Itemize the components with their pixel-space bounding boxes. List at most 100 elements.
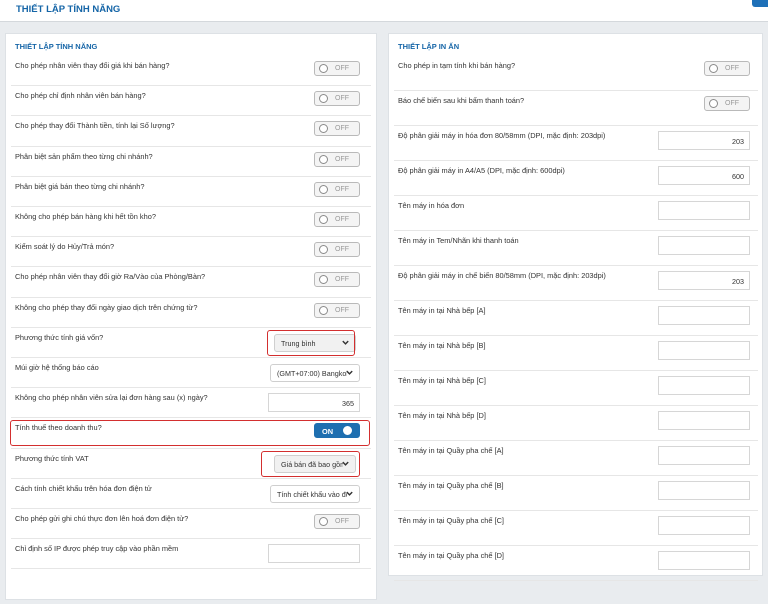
setting-label: Không cho phép thay đổi ngày giao dịch t…	[15, 302, 198, 312]
setting-row: Phương thức tính giá vốn? Trung bình	[11, 328, 371, 358]
setting-label: Cho phép gửi ghi chú thực đơn lên hoá đơ…	[15, 514, 189, 523]
text-input[interactable]	[658, 446, 750, 465]
toggle-state-label: OFF	[725, 65, 739, 72]
setting-row: Tên máy in tại Quầy pha chế [D]	[394, 546, 758, 581]
toggle-state-label: OFF	[725, 100, 739, 107]
setting-row: Tên máy in tại Nhà bếp [D]	[394, 406, 758, 441]
setting-row: Tên máy in hóa đơn	[394, 196, 758, 231]
toggle-knob-icon	[319, 275, 328, 285]
toggle-switch[interactable]: OFF	[314, 181, 360, 197]
input-value: 365	[342, 399, 354, 409]
setting-row: Không cho phép thay đổi ngày giao dịch t…	[11, 298, 371, 328]
setting-label: Phân biệt sản phẩm theo từng chi nhánh?	[15, 151, 153, 161]
toggle-knob-icon	[319, 517, 328, 526]
setting-label: Tên máy in tại Quầy pha chế [B]	[398, 481, 504, 490]
setting-label: Không cho phép bán hàng khi hết tồn kho?	[15, 212, 156, 221]
chevron-down-icon	[346, 491, 353, 496]
setting-label: Phân biệt giá bán theo từng chi nhánh?	[15, 181, 145, 191]
highlight-box	[261, 450, 360, 477]
text-input[interactable]: 365	[268, 393, 360, 413]
setting-label: Phương thức tính VAT	[15, 453, 89, 463]
input-value: 600	[732, 172, 744, 181]
toggle-switch[interactable]: OFF	[314, 121, 360, 137]
setting-row: Tên máy in tại Quầy pha chế [B]	[394, 476, 758, 511]
toggle-state-label: OFF	[335, 125, 349, 133]
setting-label: Độ phân giải máy in hóa đơn 80/58mm (DPI…	[398, 131, 606, 140]
setting-row: Cho phép in tạm tính khi bán hàng? OFF	[394, 56, 758, 91]
text-input[interactable]	[658, 201, 750, 220]
setting-label: Tên máy in Tem/Nhãn khi thanh toán	[398, 236, 519, 245]
setting-label: Chỉ định số IP được phép truy cập vào ph…	[15, 544, 179, 554]
toggle-switch[interactable]: OFF	[314, 302, 360, 318]
setting-row: Tên máy in tại Quầy pha chế [A]	[394, 441, 758, 476]
print-settings-panel: THIẾT LẬP IN ẤN Cho phép in tạm tính khi…	[388, 33, 763, 581]
setting-row: Chỉ định số IP được phép truy cập vào ph…	[11, 539, 371, 570]
text-input[interactable]: 600	[658, 166, 750, 185]
toggle-state-label: OFF	[335, 276, 349, 284]
toggle-switch[interactable]: OFF	[704, 96, 750, 111]
toggle-switch[interactable]: OFF	[314, 61, 360, 76]
text-input[interactable]	[658, 516, 750, 535]
feature-settings-panel: THIẾT LẬP TÍNH NĂNG Cho phép nhân viên t…	[5, 33, 377, 600]
toggle-switch[interactable]: OFF	[314, 151, 360, 167]
text-input[interactable]	[658, 411, 750, 430]
toggle-switch[interactable]: OFF	[314, 212, 360, 227]
setting-label: Cách tính chiết khấu trên hóa đơn điện t…	[15, 483, 152, 493]
setting-label: Phương thức tính giá vốn?	[15, 332, 104, 342]
setting-row: Múi giờ hệ thống báo cáo (GMT+07:00) Bang…	[11, 358, 371, 389]
setting-row: Báo chế biến sau khi bấm thanh toán? OFF	[394, 91, 758, 126]
text-input[interactable]	[658, 341, 750, 360]
setting-row: Độ phân giải máy in hóa đơn 80/58mm (DPI…	[394, 126, 758, 161]
setting-label: Tên máy in tại Nhà bếp [D]	[398, 411, 486, 420]
setting-row: Cho phép nhân viên thay đổi giá khi bán …	[11, 56, 371, 87]
toggle-switch[interactable]: OFF	[314, 242, 360, 258]
setting-label: Độ phân giải máy in A4/A5 (DPI, mặc định…	[398, 166, 565, 175]
setting-row: Cho phép thay đổi Thành tiền, tính lại S…	[11, 116, 371, 147]
setting-row: Tên máy in tại Nhà bếp [C]	[394, 371, 758, 406]
text-input[interactable]	[658, 306, 750, 325]
highlight-box	[10, 420, 370, 447]
text-input[interactable]	[658, 236, 750, 255]
setting-label: Cho phép in tạm tính khi bán hàng?	[398, 61, 516, 70]
setting-row: Độ phân giải máy in chế biến 80/58mm (DP…	[394, 266, 758, 301]
text-input[interactable]	[268, 544, 360, 564]
toggle-state-label: OFF	[335, 306, 349, 314]
print-settings-heading: THIẾT LẬP IN ẤN	[398, 42, 460, 51]
setting-label: Tên máy in tại Quầy pha chế [A]	[398, 446, 504, 455]
highlight-box	[267, 329, 355, 356]
dropdown-select[interactable]: (GMT+07:00) Bangkok, Hanoi, Jakarta	[270, 364, 360, 382]
text-input[interactable]: 203	[658, 131, 750, 150]
text-input[interactable]	[658, 481, 750, 500]
feature-settings-heading: THIẾT LẬP TÍNH NĂNG	[15, 42, 98, 51]
text-input[interactable]	[658, 551, 750, 570]
setting-label: Tên máy in hóa đơn	[398, 201, 465, 210]
toggle-knob-icon	[319, 215, 328, 224]
text-input[interactable]	[658, 376, 750, 395]
setting-label: Báo chế biến sau khi bấm thanh toán?	[398, 96, 525, 105]
setting-row: Phân biệt giá bán theo từng chi nhánh? OF…	[11, 177, 371, 207]
input-value: 203	[732, 137, 744, 146]
toggle-switch[interactable]: OFF	[314, 514, 360, 529]
setting-row: Cho phép nhân viên thay đổi giờ Ra/Vào c…	[11, 267, 371, 298]
toggle-knob-icon	[319, 124, 328, 134]
setting-row: Kiểm soát lý do Hủy/Trả món? OFF	[11, 237, 371, 268]
toggle-knob-icon	[709, 99, 718, 108]
toggle-state-label: OFF	[335, 155, 349, 163]
window-corner-icon[interactable]	[752, 0, 768, 7]
setting-row: Tên máy in tại Nhà bếp [B]	[394, 336, 758, 371]
dropdown-select[interactable]: Tính chiết khấu vào đơn giá	[270, 484, 360, 503]
toggle-switch[interactable]: OFF	[704, 61, 750, 76]
setting-row: Phân biệt sản phẩm theo từng chi nhánh? O…	[11, 147, 371, 177]
toggle-state-label: OFF	[335, 65, 349, 72]
setting-row: Tên máy in tại Nhà bếp [A]	[394, 301, 758, 336]
text-input[interactable]: 203	[658, 271, 750, 290]
setting-row: Cho phép gửi ghi chú thực đơn lên hoá đơ…	[11, 509, 371, 540]
setting-label: Kiểm soát lý do Hủy/Trả món?	[15, 242, 115, 252]
page-title: THIẾT LẬP TÍNH NĂNG	[16, 4, 121, 15]
toggle-switch[interactable]: OFF	[314, 272, 360, 288]
toggle-switch[interactable]: OFF	[314, 91, 360, 107]
setting-label: Không cho phép nhân viên sửa lại đơn hàn…	[15, 393, 208, 403]
setting-label: Tên máy in tại Nhà bếp [A]	[398, 306, 486, 315]
setting-row: Không cho phép bán hàng khi hết tồn kho?…	[11, 207, 371, 238]
input-value: 203	[732, 277, 744, 286]
